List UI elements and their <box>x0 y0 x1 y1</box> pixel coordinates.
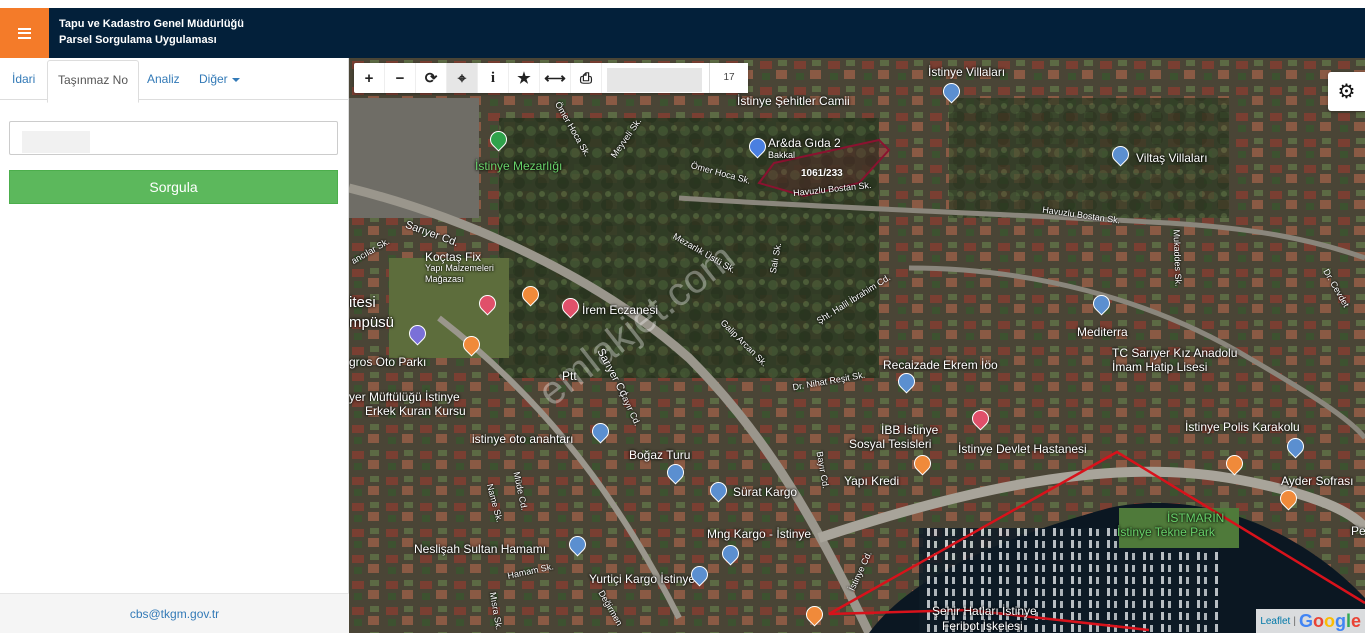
caret-down-icon <box>231 77 240 82</box>
tab-analiz[interactable]: Analiz <box>137 58 190 100</box>
place-label: Boğaz Turu <box>629 448 691 462</box>
settings-button[interactable]: ⚙ <box>1328 72 1365 111</box>
street-label: Mukaddes Sk. <box>1171 229 1184 287</box>
place-label: mpüsü <box>349 314 395 331</box>
place-label: Şehir Hatları İstinye <box>932 604 1037 618</box>
place-label: Koçtaş Fix <box>425 250 482 264</box>
sidebar-tabs: İdari Taşınmaz No Analiz Diğer <box>0 58 348 103</box>
info-icon[interactable]: i <box>478 63 509 93</box>
zoom-in-icon[interactable]: + <box>354 63 385 93</box>
map-toolbar: + − ⟳ ⌖ i ★ ⟷ ⎙ 17 <box>354 63 748 93</box>
place-label: Recaizade Ekrem İöo <box>883 358 998 372</box>
leaflet-link[interactable]: Leaflet <box>1260 616 1290 627</box>
map-view[interactable]: emlakjet.com 1061/233 İstinye Villaları … <box>349 58 1365 633</box>
google-logo: Google <box>1298 610 1361 631</box>
place-label: Ar&da Gıda 2 <box>768 136 841 150</box>
place-label: İSTMARİN <box>1167 511 1225 525</box>
place-label: İstinye Devlet Hastanesi <box>958 442 1087 456</box>
place-label: Yurtiçi Kargo İstinye <box>589 572 696 586</box>
place-label: Sürat Kargo <box>733 485 798 499</box>
tab-idari[interactable]: İdari <box>2 58 45 100</box>
place-label: Viltaş Villaları <box>1136 151 1208 165</box>
place-label: Bakkal <box>768 150 796 160</box>
place-label: Ayder Sofrası <box>1281 474 1354 488</box>
zoom-level: 17 <box>710 63 748 93</box>
hamburger-icon <box>18 27 31 39</box>
refresh-icon[interactable]: ⟳ <box>416 63 447 93</box>
place-label: Pe <box>1351 524 1365 538</box>
tab-tasinmaz-no[interactable]: Taşınmaz No <box>47 60 140 103</box>
sidebar-footer: cbs@tkgm.gov.tr <box>0 593 349 633</box>
place-label: Yapı Malzemeleri <box>425 263 494 273</box>
place-label: İstinye Villaları <box>928 65 1006 79</box>
place-label: Sosyal Tesisleri <box>849 437 932 451</box>
place-label: Feribot İskelesi <box>942 619 1023 633</box>
place-label: İstinye Şehitler Camii <box>737 94 850 108</box>
place-label: Mağazası <box>425 274 465 284</box>
place-label: Mng Kargo - İstinye <box>707 527 812 541</box>
print-icon[interactable]: ⎙ <box>571 63 602 93</box>
measure-icon[interactable]: ⟷ <box>540 63 571 93</box>
tab-diger-label: Diğer <box>199 72 228 86</box>
sidebar: İdari Taşınmaz No Analiz Diğer Sorgula c… <box>0 58 349 633</box>
place-label: TC Sarıyer Kız Anadolu <box>1112 346 1238 360</box>
app-title-line2: Parsel Sorgulama Uygulaması <box>59 34 217 46</box>
place-label: Erkek Kuran Kursu <box>365 404 466 418</box>
sorgula-button[interactable]: Sorgula <box>9 170 338 204</box>
tab-diger[interactable]: Diğer <box>189 58 250 100</box>
app-header: Tapu ve Kadastro Genel Müdürlüğü Parsel … <box>0 8 1365 58</box>
place-label: Mediterra <box>1077 325 1128 339</box>
gear-icon: ⚙ <box>1337 81 1356 103</box>
place-label: yer Müftülüğü İstinye <box>349 390 460 404</box>
place-label: İrem Eczanesi <box>582 303 659 317</box>
contact-email-link[interactable]: cbs@tkgm.gov.tr <box>130 607 219 621</box>
place-label: gros Oto Parkı <box>349 355 427 369</box>
blurred-coordinates <box>607 68 702 92</box>
blurred-input-value <box>22 131 90 153</box>
place-label: Ptt <box>562 369 577 383</box>
place-label: İBB İstinye <box>881 423 939 437</box>
app-title-line1: Tapu ve Kadastro Genel Müdürlüğü <box>59 18 244 30</box>
app-title: Tapu ve Kadastro Genel Müdürlüğü Parsel … <box>59 16 244 48</box>
place-label: İmam Hatip Lisesi <box>1112 360 1208 374</box>
place-label: istinye oto anahtarı <box>472 432 574 446</box>
place-label: itesi <box>349 294 376 311</box>
place-label: İstinye Polis Karakolu <box>1185 420 1300 434</box>
map-attribution: Leaflet | Google <box>1256 609 1365 633</box>
top-strip <box>0 0 1365 8</box>
zoom-out-icon[interactable]: − <box>385 63 416 93</box>
hamburger-menu-button[interactable] <box>0 8 49 58</box>
coordinate-input[interactable] <box>602 63 710 93</box>
place-label: Neslişah Sultan Hamamı <box>414 542 547 556</box>
place-label: İstinye Tekne Park <box>1117 525 1215 539</box>
parcel-label[interactable]: 1061/233 <box>801 168 843 179</box>
parcel-number-input[interactable] <box>9 121 338 155</box>
star-icon[interactable]: ★ <box>509 63 540 93</box>
place-label: İstinye Mezarlığı <box>475 159 563 173</box>
locate-icon[interactable]: ⌖ <box>447 63 478 93</box>
place-label: Yapı Kredi <box>844 474 900 488</box>
